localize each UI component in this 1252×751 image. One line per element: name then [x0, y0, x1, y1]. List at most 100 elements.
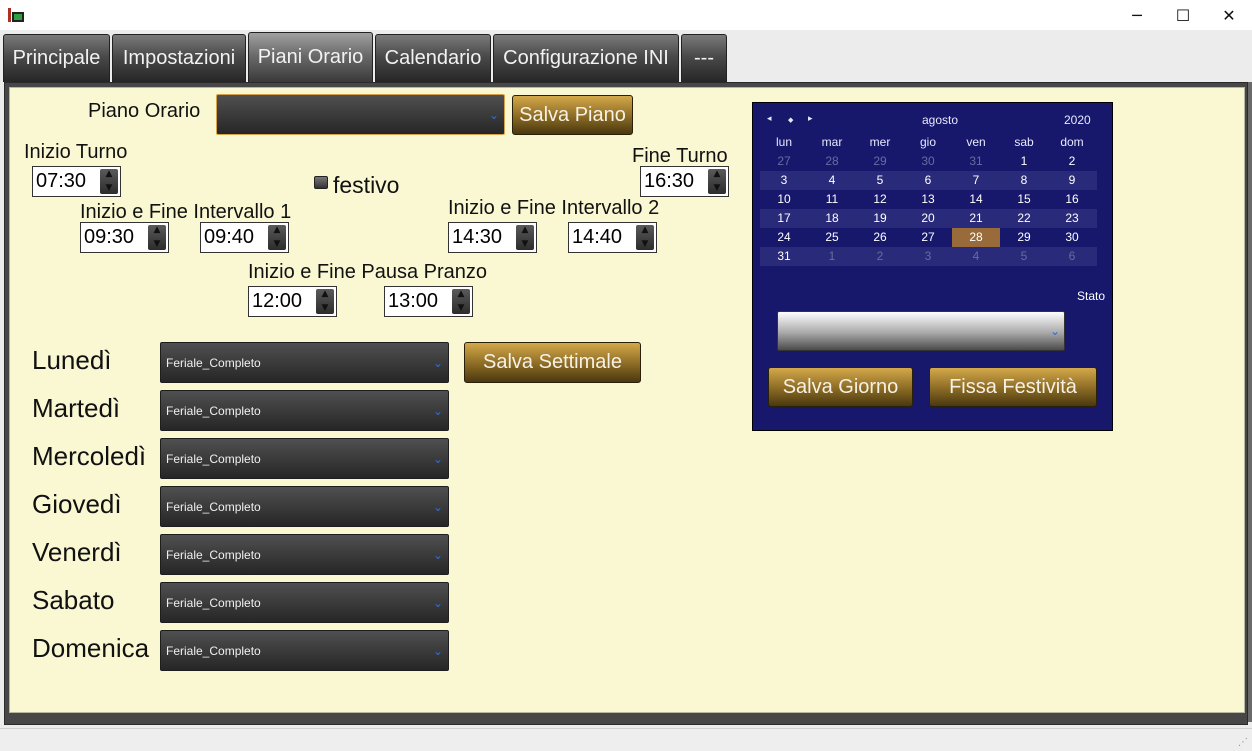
calendar-day[interactable]: 5 — [856, 171, 904, 190]
stato-select[interactable]: ⌄ — [777, 311, 1065, 351]
festivo-checkbox[interactable] — [314, 176, 328, 189]
tab-impostazioni[interactable]: Impostazioni — [112, 34, 246, 82]
spinner-buttons[interactable]: ▲ ▼ — [148, 225, 166, 250]
intervallo-1-start-value[interactable]: 09:30 — [84, 226, 134, 249]
spinner-buttons[interactable]: ▲ ▼ — [268, 225, 286, 250]
calendar-day[interactable]: 5 — [1000, 247, 1048, 266]
day-select-sabato[interactable]: Feriale_Completo ⌄ — [160, 582, 449, 623]
intervallo-1-end-spinner[interactable]: 09:40 ▲ ▼ — [200, 222, 289, 253]
tab-calendario[interactable]: Calendario — [375, 34, 491, 82]
intervallo-1-start-spinner[interactable]: 09:30 ▲ ▼ — [80, 222, 169, 253]
calendar-day[interactable]: 30 — [904, 152, 952, 171]
tab-principale[interactable]: Principale — [3, 34, 110, 82]
calendar-day[interactable]: 15 — [1000, 190, 1048, 209]
calendar-day[interactable]: 4 — [808, 171, 856, 190]
day-select-mercoledi[interactable]: Feriale_Completo ⌄ — [160, 438, 449, 479]
day-select-domenica[interactable]: Feriale_Completo ⌄ — [160, 630, 449, 671]
calendar-day[interactable]: 6 — [1048, 247, 1096, 266]
spin-down-icon[interactable]: ▼ — [106, 183, 113, 194]
calendar-day[interactable]: 26 — [856, 228, 904, 247]
spin-up-icon[interactable]: ▲ — [522, 225, 529, 236]
calendar-day[interactable]: 19 — [856, 209, 904, 228]
spinner-buttons[interactable]: ▲ ▼ — [516, 225, 534, 250]
calendar-day[interactable]: 13 — [904, 190, 952, 209]
piano-orario-select[interactable]: ⌄ — [216, 94, 505, 135]
tab-piani-orario[interactable]: Piani Orario — [248, 32, 373, 82]
spinner-buttons[interactable]: ▲ ▼ — [708, 169, 726, 194]
spin-down-icon[interactable]: ▼ — [458, 303, 465, 314]
spin-up-icon[interactable]: ▲ — [154, 225, 161, 236]
spin-down-icon[interactable]: ▼ — [522, 239, 529, 250]
calendar-day[interactable]: 24 — [760, 228, 808, 247]
spin-up-icon[interactable]: ▲ — [106, 169, 113, 180]
day-select-venerdi[interactable]: Feriale_Completo ⌄ — [160, 534, 449, 575]
intervallo-2-start-value[interactable]: 14:30 — [452, 226, 502, 249]
calendar-day[interactable]: 1 — [1000, 152, 1048, 171]
pausa-end-spinner[interactable]: 13:00 ▲ ▼ — [384, 286, 473, 317]
calendar-day[interactable]: 20 — [904, 209, 952, 228]
pausa-start-spinner[interactable]: 12:00 ▲ ▼ — [248, 286, 337, 317]
intervallo-2-start-spinner[interactable]: 14:30 ▲ ▼ — [448, 222, 537, 253]
day-select-martedi[interactable]: Feriale_Completo ⌄ — [160, 390, 449, 431]
calendar-day[interactable]: 8 — [1000, 171, 1048, 190]
calendar-day[interactable]: 6 — [904, 171, 952, 190]
minimize-button[interactable]: ─ — [1114, 0, 1160, 30]
calendar-day[interactable]: 2 — [856, 247, 904, 266]
salva-piano-button[interactable]: Salva Piano — [512, 95, 633, 135]
calendar-day[interactable]: 29 — [856, 152, 904, 171]
calendar-day[interactable]: 10 — [760, 190, 808, 209]
calendar-day[interactable]: 30 — [1048, 228, 1096, 247]
spin-down-icon[interactable]: ▼ — [154, 239, 161, 250]
intervallo-1-end-value[interactable]: 09:40 — [204, 226, 254, 249]
spinner-buttons[interactable]: ▲ ▼ — [636, 225, 654, 250]
spin-up-icon[interactable]: ▲ — [322, 289, 329, 300]
calendar-day[interactable]: 27 — [760, 152, 808, 171]
resize-grip-icon[interactable]: ⋰ — [1238, 737, 1248, 748]
salva-giorno-button[interactable]: Salva Giorno — [768, 367, 913, 407]
calendar-day[interactable]: 3 — [760, 171, 808, 190]
fine-turno-value[interactable]: 16:30 — [644, 170, 694, 193]
calendar-day[interactable]: 1 — [808, 247, 856, 266]
pausa-start-value[interactable]: 12:00 — [252, 290, 302, 313]
calendar-day[interactable]: 23 — [1048, 209, 1096, 228]
calendar-day[interactable]: 16 — [1048, 190, 1096, 209]
calendar-day[interactable]: 31 — [952, 152, 1000, 171]
spin-down-icon[interactable]: ▼ — [714, 183, 721, 194]
spin-up-icon[interactable]: ▲ — [642, 225, 649, 236]
spinner-buttons[interactable]: ▲ ▼ — [100, 169, 118, 194]
calendar-day[interactable]: 28 — [952, 228, 1000, 247]
fine-turno-spinner[interactable]: 16:30 ▲ ▼ — [640, 166, 729, 197]
spin-up-icon[interactable]: ▲ — [274, 225, 281, 236]
tab-configurazione-ini[interactable]: Configurazione INI — [493, 34, 679, 82]
spin-up-icon[interactable]: ▲ — [458, 289, 465, 300]
day-select-lunedi[interactable]: Feriale_Completo ⌄ — [160, 342, 449, 383]
tab-more[interactable]: --- — [681, 34, 727, 82]
intervallo-2-end-value[interactable]: 14:40 — [572, 226, 622, 249]
calendar-day[interactable]: 4 — [952, 247, 1000, 266]
calendar-day[interactable]: 21 — [952, 209, 1000, 228]
spin-down-icon[interactable]: ▼ — [642, 239, 649, 250]
calendar-month[interactable]: agosto — [922, 113, 958, 127]
close-button[interactable]: ✕ — [1206, 0, 1252, 30]
inizio-turno-spinner[interactable]: 07:30 ▲ ▼ — [32, 166, 121, 197]
calendar-day[interactable]: 17 — [760, 209, 808, 228]
day-select-giovedi[interactable]: Feriale_Completo ⌄ — [160, 486, 449, 527]
pausa-end-value[interactable]: 13:00 — [388, 290, 438, 313]
spin-down-icon[interactable]: ▼ — [322, 303, 329, 314]
calendar-day[interactable]: 22 — [1000, 209, 1048, 228]
today-icon[interactable]: ◆ — [788, 116, 793, 124]
calendar-day[interactable]: 2 — [1048, 152, 1096, 171]
calendar-day[interactable]: 27 — [904, 228, 952, 247]
calendar-day[interactable]: 3 — [904, 247, 952, 266]
spin-up-icon[interactable]: ▲ — [714, 169, 721, 180]
spinner-buttons[interactable]: ▲ ▼ — [316, 289, 334, 314]
salva-settimanale-button[interactable]: Salva Settimale — [464, 342, 641, 383]
calendar-day[interactable]: 31 — [760, 247, 808, 266]
inizio-turno-value[interactable]: 07:30 — [36, 170, 86, 193]
calendar-day[interactable]: 28 — [808, 152, 856, 171]
calendar-day[interactable]: 29 — [1000, 228, 1048, 247]
calendar-day[interactable]: 25 — [808, 228, 856, 247]
maximize-button[interactable]: ☐ — [1160, 0, 1206, 30]
calendar-day[interactable]: 14 — [952, 190, 1000, 209]
prev-month-icon[interactable]: ◂ — [767, 114, 772, 124]
